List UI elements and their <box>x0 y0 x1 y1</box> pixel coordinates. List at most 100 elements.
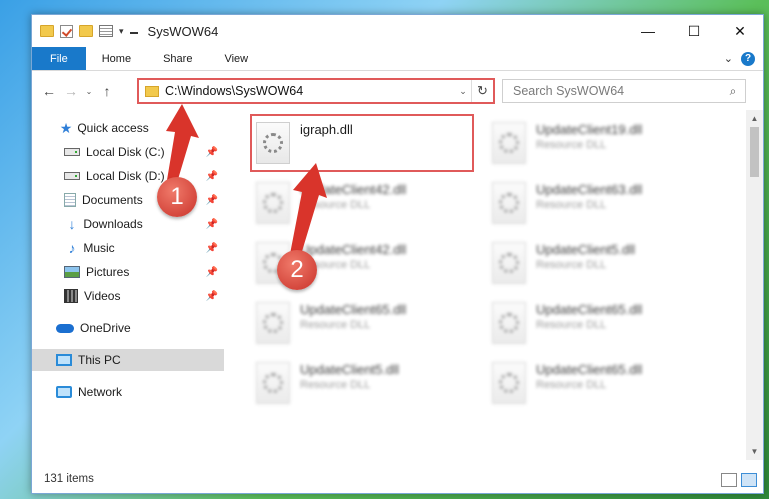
file-tile[interactable]: UpdateClient65.dll Resource DLL <box>486 296 716 350</box>
sidebar-item-onedrive[interactable]: OneDrive <box>32 317 224 339</box>
tab-home[interactable]: Home <box>86 47 147 70</box>
address-path[interactable]: C:\Windows\SysWOW64 <box>165 84 455 98</box>
dll-file-icon <box>256 182 290 224</box>
dll-file-icon <box>492 242 526 284</box>
explorer-window: ▾ SysWOW64 — ☐ ✕ File Home Share View ⌄ … <box>31 14 764 494</box>
star-icon: ★ <box>59 119 73 136</box>
file-name: UpdateClient42.dll <box>300 242 407 257</box>
properties-check-icon[interactable] <box>60 24 73 38</box>
file-tile[interactable]: UpdateClient63.dll Resource DLL <box>486 176 716 230</box>
file-tile[interactable]: UpdateClient42.dll Resource DLL <box>250 176 480 230</box>
sidebar-item-label: Videos <box>84 289 121 303</box>
search-icon[interactable]: ⌕ <box>721 84 745 99</box>
address-bar[interactable]: C:\Windows\SysWOW64 ⌄ ↻ <box>137 78 495 104</box>
file-tile[interactable]: UpdateClient19.dll Resource DLL <box>486 116 716 170</box>
tab-share[interactable]: Share <box>147 47 208 70</box>
expand-ribbon-chevron-icon[interactable]: ⌄ <box>724 52 733 65</box>
file-name: UpdateClient5.dll <box>300 362 400 377</box>
back-button[interactable]: ← <box>38 80 60 102</box>
sidebar-item-music[interactable]: ♪ Music 📌 <box>32 237 224 259</box>
sidebar-item-quick-access[interactable]: ★ Quick access <box>32 117 224 139</box>
address-dropdown-chevron-icon[interactable]: ⌄ <box>455 86 471 97</box>
sidebar-item-label: Local Disk (C:) <box>86 145 165 159</box>
folder-icon <box>145 85 159 97</box>
file-name: UpdateClient42.dll <box>300 182 407 197</box>
sidebar-item-label: Downloads <box>83 217 143 231</box>
pin-icon[interactable]: 📌 <box>206 243 218 254</box>
file-tile[interactable]: UpdateClient65.dll Resource DLL <box>250 296 480 350</box>
gear-icon <box>499 313 519 333</box>
sidebar-item-local-disk-d[interactable]: Local Disk (D:) 📌 <box>32 165 224 187</box>
pc-icon <box>56 354 72 366</box>
pin-icon[interactable]: 📌 <box>206 267 218 278</box>
sidebar-item-videos[interactable]: Videos 📌 <box>32 285 224 307</box>
search-box[interactable]: ⌕ <box>502 79 746 103</box>
vertical-scrollbar[interactable]: ▲ ▼ <box>746 110 763 460</box>
item-count: 131 items <box>44 473 94 485</box>
disk-icon <box>64 172 80 180</box>
sidebar-item-downloads[interactable]: ↓ Downloads 📌 <box>32 213 224 235</box>
ribbon-tabs: File Home Share View ⌄ ? <box>32 47 763 71</box>
pictures-icon <box>64 266 80 278</box>
file-highlight-box <box>250 114 474 172</box>
details-view-icon[interactable] <box>721 473 737 487</box>
scrollbar-thumb[interactable] <box>750 127 759 177</box>
sidebar-item-network[interactable]: Network <box>32 381 224 403</box>
file-tile[interactable]: UpdateClient5.dll Resource DLL <box>486 236 716 290</box>
up-button[interactable]: ↑ <box>96 80 118 102</box>
forward-button[interactable]: → <box>60 80 82 102</box>
gear-icon <box>263 373 283 393</box>
file-type: Resource DLL <box>536 199 607 211</box>
sidebar-item-label: Music <box>83 241 115 255</box>
list-properties-icon[interactable] <box>99 25 113 37</box>
tab-file[interactable]: File <box>32 47 86 70</box>
sidebar-item-local-disk-c[interactable]: Local Disk (C:) 📌 <box>32 141 224 163</box>
sidebar-item-label: Local Disk (D:) <box>86 169 165 183</box>
navigation-bar: ← → ⌄ ↑ C:\Windows\SysWOW64 ⌄ ↻ ⌕ <box>32 76 763 106</box>
pin-icon[interactable]: 📌 <box>206 147 218 158</box>
dll-file-icon <box>492 182 526 224</box>
file-name: UpdateClient5.dll <box>536 242 636 257</box>
search-input[interactable] <box>513 84 721 98</box>
help-icon[interactable]: ? <box>741 51 755 66</box>
minimize-button[interactable]: — <box>625 15 671 47</box>
file-type: Resource DLL <box>300 379 371 391</box>
step-badge-2: 2 <box>277 250 317 290</box>
pin-icon[interactable]: 📌 <box>206 291 218 302</box>
maximize-button[interactable]: ☐ <box>671 15 717 47</box>
gear-icon <box>499 373 519 393</box>
sidebar-item-label: Network <box>78 385 123 399</box>
file-name: UpdateClient19.dll <box>536 122 643 137</box>
dll-file-icon <box>492 122 526 164</box>
tab-view[interactable]: View <box>208 47 264 70</box>
scroll-down-chevron-icon[interactable]: ▼ <box>746 443 763 460</box>
pin-icon[interactable]: 📌 <box>206 219 218 230</box>
new-folder-icon[interactable] <box>79 25 93 37</box>
sidebar-item-label: Documents <box>82 193 143 207</box>
file-name: UpdateClient63.dll <box>536 182 643 197</box>
large-icons-view-icon[interactable] <box>741 473 757 487</box>
disk-icon <box>64 148 80 156</box>
status-bar: 131 items <box>32 465 763 493</box>
pin-icon[interactable]: 📌 <box>206 171 218 182</box>
file-tile[interactable]: UpdateClient65.dll Resource DLL <box>486 356 716 410</box>
pin-icon[interactable]: 📌 <box>206 195 218 206</box>
gear-icon <box>263 193 283 213</box>
music-icon: ♪ <box>68 240 76 256</box>
sidebar-item-label: This PC <box>78 353 121 367</box>
file-name: UpdateClient65.dll <box>536 302 643 317</box>
sidebar-item-pictures[interactable]: Pictures 📌 <box>32 261 224 283</box>
sidebar-item-this-pc[interactable]: This PC <box>32 349 224 371</box>
close-button[interactable]: ✕ <box>717 15 763 47</box>
title-bar: ▾ SysWOW64 — ☐ ✕ <box>32 15 763 47</box>
refresh-button[interactable]: ↻ <box>471 80 493 102</box>
scroll-up-chevron-icon[interactable]: ▲ <box>746 110 763 127</box>
recent-locations-chevron-icon[interactable]: ⌄ <box>82 87 96 96</box>
cloud-icon <box>56 323 74 333</box>
gear-icon <box>499 133 519 153</box>
customize-toolbar-chevron-icon[interactable]: ▾ <box>119 26 124 37</box>
file-type: Resource DLL <box>536 379 607 391</box>
window-title: SysWOW64 <box>147 23 219 39</box>
gear-icon <box>263 313 283 333</box>
file-tile[interactable]: UpdateClient5.dll Resource DLL <box>250 356 480 410</box>
